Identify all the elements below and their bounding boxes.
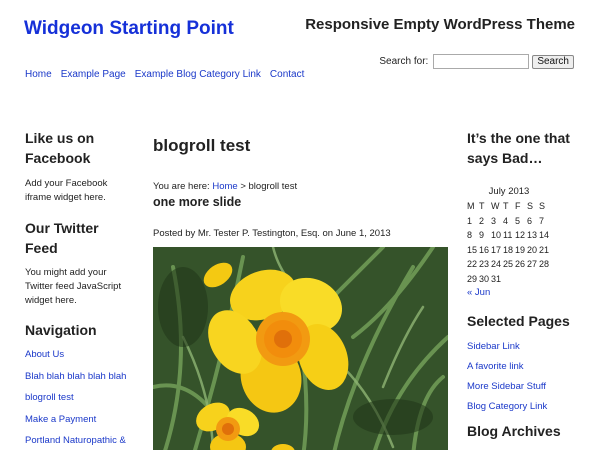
calendar-day: 17 bbox=[491, 244, 502, 255]
breadcrumb: You are here: Home > blogroll test bbox=[153, 181, 449, 192]
calendar-day: 28 bbox=[539, 259, 550, 269]
nav-item-contact[interactable]: Contact bbox=[270, 69, 304, 80]
calendar-day: 19 bbox=[515, 244, 526, 255]
calendar-day: 23 bbox=[479, 259, 490, 269]
list-item: Blah blah blah blah blah bbox=[25, 371, 135, 383]
calendar-day: 29 bbox=[467, 273, 478, 284]
calendar-day-header: T bbox=[479, 201, 485, 211]
calendar-day: 30 bbox=[479, 273, 490, 284]
nav-item-example-blog-category[interactable]: Example Blog Category Link bbox=[135, 69, 261, 80]
navigation-list: About Us Blah blah blah blah blah blogro… bbox=[25, 349, 135, 447]
list-item: A favorite link bbox=[467, 361, 577, 373]
site-title[interactable]: Widgeon Starting Point bbox=[24, 18, 234, 40]
navigation-link-blah[interactable]: Blah blah blah blah blah bbox=[25, 371, 126, 382]
calendar-day bbox=[515, 273, 527, 287]
calendar-caption: July 2013 bbox=[488, 186, 530, 197]
selected-link-more-sidebar[interactable]: More Sidebar Stuff bbox=[467, 381, 546, 392]
calendar-day: 13 bbox=[527, 230, 538, 240]
blog-archives-title: Blog Archives bbox=[467, 423, 561, 439]
calendar-day: 12 bbox=[515, 230, 526, 240]
calendar-day: 16 bbox=[479, 244, 490, 255]
calendar-day: 5 bbox=[515, 215, 521, 226]
calendar-day-header: F bbox=[515, 201, 521, 211]
main-content: blogroll test You are here: Home > blogr… bbox=[153, 136, 449, 450]
navigation-link-blogroll-test[interactable]: blogroll test bbox=[25, 392, 74, 403]
page-title: blogroll test bbox=[153, 136, 251, 155]
calendar-day: 3 bbox=[491, 215, 497, 226]
navigation-widget-title: Navigation bbox=[25, 322, 97, 338]
calendar-day: 14 bbox=[539, 230, 550, 240]
facebook-widget-title: Like us on Facebook bbox=[25, 130, 95, 166]
list-item: Sidebar Link bbox=[467, 341, 577, 353]
calendar-day: 20 bbox=[527, 244, 538, 255]
entry-title[interactable]: one more slide bbox=[153, 195, 449, 209]
navigation-link-portland[interactable]: Portland Naturopathic & bbox=[25, 435, 126, 446]
calendar-widget-title: It’s the one that says Bad… bbox=[467, 130, 570, 166]
calendar-day-header: S bbox=[539, 201, 546, 211]
calendar-grid: M T W T F S S 1 2 3 4 5 6 7 8 9 10 11 12… bbox=[467, 200, 577, 286]
list-item: Make a Payment bbox=[25, 414, 135, 426]
calendar-day-header: W bbox=[491, 201, 500, 211]
daffodil-photo bbox=[153, 247, 448, 450]
calendar-day: 15 bbox=[467, 244, 478, 255]
breadcrumb-current: > blogroll test bbox=[237, 181, 298, 192]
list-item: About Us bbox=[25, 349, 135, 361]
calendar-day: 8 bbox=[467, 230, 473, 240]
list-item: Blog Category Link bbox=[467, 401, 577, 413]
calendar-prev-month-link[interactable]: « Jun bbox=[467, 287, 577, 298]
facebook-widget-text: Add your Facebook iframe widget here. bbox=[25, 178, 108, 203]
right-sidebar: It’s the one that says Bad… July 2013 M … bbox=[467, 128, 577, 441]
site-tagline: Responsive Empty WordPress Theme bbox=[305, 16, 575, 33]
calendar-day: 10 bbox=[491, 230, 502, 240]
left-sidebar: Like us on Facebook Add your Facebook if… bbox=[25, 128, 135, 450]
calendar-day bbox=[539, 273, 551, 287]
main-nav: Home Example Page Example Blog Category … bbox=[25, 69, 313, 80]
calendar-day: 21 bbox=[539, 244, 550, 255]
calendar-day: 27 bbox=[527, 259, 538, 269]
navigation-link-about-us[interactable]: About Us bbox=[25, 349, 64, 360]
selected-pages-list: Sidebar Link A favorite link More Sideba… bbox=[467, 341, 577, 413]
calendar-day bbox=[503, 273, 515, 287]
breadcrumb-home-link[interactable]: Home bbox=[212, 181, 237, 192]
list-item: Portland Naturopathic & bbox=[25, 435, 135, 447]
calendar-day: 7 bbox=[539, 215, 545, 226]
calendar-day: 1 bbox=[467, 215, 473, 226]
selected-link-sidebar[interactable]: Sidebar Link bbox=[467, 341, 520, 352]
post-byline: Posted by Mr. Tester P. Testington, Esq.… bbox=[153, 228, 391, 239]
calendar-day: 9 bbox=[479, 230, 485, 240]
selected-pages-title: Selected Pages bbox=[467, 313, 570, 329]
calendar-day: 24 bbox=[491, 259, 502, 269]
calendar-day: 26 bbox=[515, 259, 526, 269]
calendar-day: 18 bbox=[503, 244, 514, 255]
calendar-day-header: M bbox=[467, 201, 475, 211]
list-item: blogroll test bbox=[25, 392, 135, 404]
selected-link-blog-category[interactable]: Blog Category Link bbox=[467, 401, 547, 412]
calendar-day: 31 bbox=[491, 273, 502, 284]
calendar-day: 22 bbox=[467, 259, 478, 269]
calendar-day: 4 bbox=[503, 215, 509, 226]
calendar-day-header: S bbox=[527, 201, 534, 211]
search-button[interactable]: Search bbox=[532, 54, 574, 69]
search-label: Search for: bbox=[379, 56, 429, 67]
search-form: Search for: Search bbox=[379, 54, 574, 69]
search-input[interactable] bbox=[433, 54, 530, 69]
calendar-day bbox=[527, 273, 539, 287]
selected-link-favorite[interactable]: A favorite link bbox=[467, 361, 524, 372]
calendar-day: 6 bbox=[527, 215, 533, 226]
calendar-day: 11 bbox=[503, 230, 513, 240]
calendar-day: 2 bbox=[479, 215, 485, 226]
twitter-widget-text: You might add your Twitter feed JavaScri… bbox=[25, 267, 122, 306]
calendar-day: 25 bbox=[503, 259, 514, 269]
breadcrumb-prefix: You are here: bbox=[153, 181, 213, 192]
twitter-widget-title: Our Twitter Feed bbox=[25, 220, 99, 256]
list-item: More Sidebar Stuff bbox=[467, 381, 577, 393]
navigation-link-make-payment[interactable]: Make a Payment bbox=[25, 414, 96, 425]
calendar-day-header: T bbox=[503, 201, 509, 211]
nav-item-home[interactable]: Home bbox=[25, 69, 52, 80]
nav-item-example-page[interactable]: Example Page bbox=[61, 69, 126, 80]
